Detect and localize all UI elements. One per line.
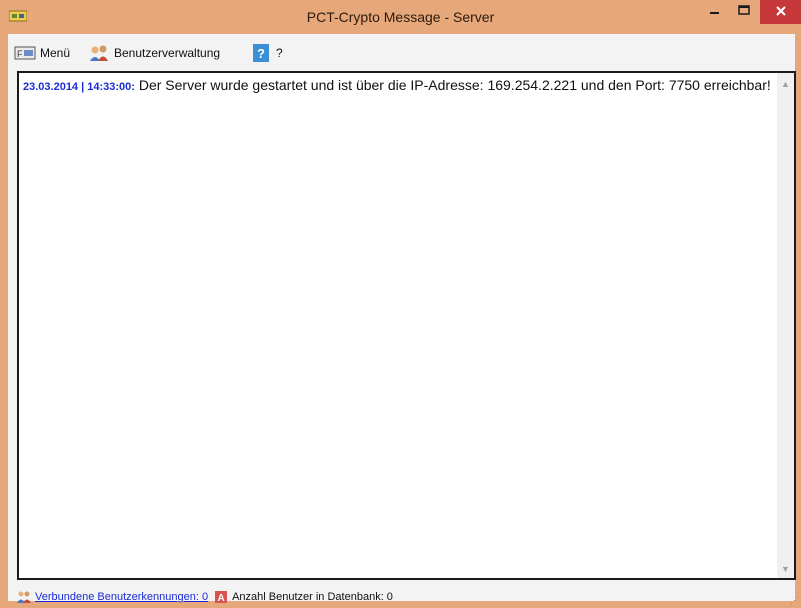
close-button[interactable] xyxy=(760,0,801,24)
menu-file-label: Menü xyxy=(40,46,71,60)
menu-help[interactable]: ? ? xyxy=(250,43,283,63)
menu-user-management[interactable]: Benutzerverwaltung xyxy=(88,43,220,63)
title-bar[interactable]: PCT-Crypto Message - Server xyxy=(0,0,801,34)
help-icon: ? xyxy=(253,44,269,62)
svg-text:?: ? xyxy=(257,46,265,61)
log-entry: 23.03.2014 | 14:33:00: Der Server wurde … xyxy=(23,77,773,95)
window-title: PCT-Crypto Message - Server xyxy=(306,9,495,25)
server-log[interactable]: 23.03.2014 | 14:33:00: Der Server wurde … xyxy=(17,71,796,580)
app-window: PCT-Crypto Message - Server F Menü Benut… xyxy=(0,0,801,608)
minimize-button[interactable] xyxy=(702,0,726,22)
file-menu-icon: F xyxy=(14,46,36,60)
users-icon xyxy=(90,45,108,61)
vertical-scrollbar[interactable]: ▲ ▼ xyxy=(777,73,794,578)
maximize-icon xyxy=(738,5,750,15)
connected-users-link[interactable]: Verbundene Benutzerkennungen: 0 xyxy=(35,591,208,603)
status-bar: Verbundene Benutzerkennungen: 0 A Anzahl… xyxy=(17,586,801,608)
scroll-down-icon[interactable]: ▼ xyxy=(781,564,790,574)
menu-help-label: ? xyxy=(276,46,283,60)
database-icon: A xyxy=(215,591,228,604)
svg-text:A: A xyxy=(218,593,225,604)
connected-users-icon xyxy=(17,591,31,603)
menu-bar: F Menü Benutzerverwaltung ? ? xyxy=(8,34,795,68)
maximize-button[interactable] xyxy=(732,0,756,22)
resize-grip-icon[interactable]: ⋰ xyxy=(790,595,799,606)
log-timestamp: 23.03.2014 | 14:33:00: xyxy=(23,81,135,93)
scroll-up-icon[interactable]: ▲ xyxy=(781,79,790,89)
menu-user-management-label: Benutzerverwaltung xyxy=(114,46,221,60)
menu-file[interactable]: F Menü xyxy=(14,43,70,63)
db-user-count: Anzahl Benutzer in Datenbank: 0 xyxy=(232,591,393,603)
log-message: Der Server wurde gestartet und ist über … xyxy=(134,77,771,93)
close-icon xyxy=(776,6,786,16)
minimize-icon xyxy=(710,12,719,14)
svg-text:F: F xyxy=(17,49,23,59)
